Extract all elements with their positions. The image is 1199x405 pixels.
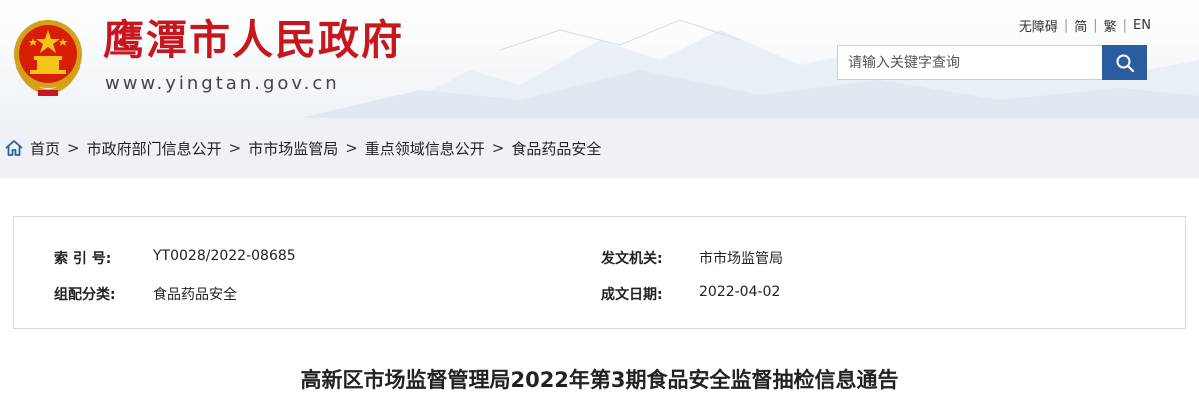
top-links: 无障碍 | 简 | 繁 | EN	[1019, 16, 1151, 35]
search-button[interactable]	[1102, 45, 1147, 80]
breadcrumb-separator: >	[345, 139, 358, 157]
breadcrumb-food-drug-safety[interactable]: 食品药品安全	[511, 138, 601, 159]
date-label: 成文日期:	[601, 287, 663, 303]
site-header: 鹰潭市人民政府 www.yingtan.gov.cn 无障碍 | 简 | 繁 |…	[0, 0, 1199, 118]
breadcrumb-market-bureau[interactable]: 市市场监管局	[248, 138, 338, 159]
document-info-box: 索 引 号: YT0028/2022-08685 发文机关: 市市场监管局 组配…	[13, 216, 1186, 329]
search-icon	[1116, 54, 1134, 72]
breadcrumb: 首页 > 市政府部门信息公开 > 市市场监管局 > 重点领域信息公开 > 食品药…	[0, 118, 1199, 178]
site-title[interactable]: 鹰潭市人民政府	[103, 14, 404, 66]
english-link[interactable]: EN	[1133, 18, 1151, 33]
category-label: 组配分类:	[54, 287, 116, 303]
breadcrumb-separator: >	[228, 139, 242, 157]
breadcrumb-separator: >	[491, 139, 505, 157]
search-input[interactable]	[837, 45, 1102, 80]
national-emblem-icon	[14, 20, 82, 96]
link-divider: |	[1122, 18, 1128, 33]
index-value: YT0028/2022-08685	[153, 248, 296, 264]
date-value: 2022-04-02	[699, 284, 781, 300]
breadcrumb-home[interactable]: 首页	[30, 138, 60, 159]
breadcrumb-dept-disclosure[interactable]: 市政府部门信息公开	[87, 138, 222, 159]
article-title: 高新区市场监督管理局2022年第3期食品安全监督抽检信息通告	[300, 368, 899, 392]
issuer-label: 发文机关:	[601, 251, 663, 267]
traditional-chinese-link[interactable]: 繁	[1104, 16, 1117, 35]
breadcrumb-separator: >	[67, 139, 80, 157]
site-url: www.yingtan.gov.cn	[105, 73, 340, 94]
accessibility-link[interactable]: 无障碍	[1019, 16, 1058, 35]
info-row: 组配分类: 食品药品安全 成文日期: 2022-04-02	[14, 284, 1185, 306]
link-divider: |	[1093, 18, 1098, 33]
link-divider: |	[1063, 18, 1069, 33]
simplified-chinese-link[interactable]: 简	[1074, 16, 1087, 35]
index-label: 索 引 号:	[54, 251, 112, 267]
issuer-value: 市市场监管局	[699, 251, 783, 267]
home-icon	[5, 140, 23, 156]
search-box	[837, 45, 1147, 80]
breadcrumb-key-areas[interactable]: 重点领域信息公开	[365, 138, 485, 159]
info-row: 索 引 号: YT0028/2022-08685 发文机关: 市市场监管局	[14, 248, 1185, 270]
category-value: 食品药品安全	[153, 287, 237, 303]
